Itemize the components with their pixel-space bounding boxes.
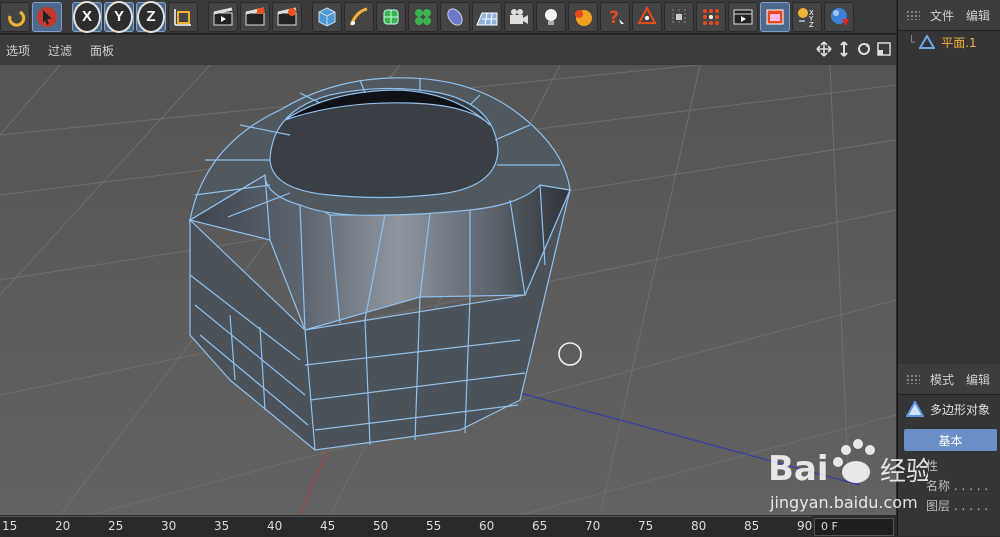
object-name: 平面.1 [941, 35, 977, 50]
y-axis-label: Y [105, 0, 133, 33]
svg-text:jingyan.baidu.com: jingyan.baidu.com [769, 493, 918, 512]
timeline-tick-label: 90 [797, 519, 813, 533]
grip-icon[interactable] [906, 10, 920, 20]
tab-edit-attr[interactable]: 编辑 [966, 371, 990, 388]
tab-edit[interactable]: 编辑 [966, 7, 990, 24]
y-axis-icon[interactable]: Y [104, 0, 134, 33]
render-view-icon[interactable] [208, 1, 238, 32]
render-picture-viewer-icon[interactable] [240, 1, 270, 32]
timeline-tick-label: 80 [691, 519, 707, 533]
select-arrow-icon[interactable] [32, 1, 62, 32]
move-view-icon[interactable] [816, 41, 832, 57]
timeline-tick-label: 75 [638, 519, 654, 533]
object-type-row: 多边形对象 [898, 395, 1000, 423]
timeline-icon[interactable] [728, 1, 758, 32]
object-tree-item[interactable]: └ 平面.1 [898, 31, 1000, 53]
timeline-tick-label: 70 [585, 519, 601, 533]
material-icon[interactable] [568, 1, 598, 32]
menu-options[interactable]: 选项 [6, 42, 30, 59]
maximize-view-icon[interactable] [876, 41, 892, 57]
camera-icon[interactable] [504, 1, 534, 32]
rotate-view-icon[interactable] [856, 41, 872, 57]
attribute-manager-header: 模式 编辑 [898, 364, 1000, 395]
deformer-icon[interactable] [440, 1, 470, 32]
window-icon[interactable] [760, 1, 790, 32]
timeline-ruler[interactable]: 15 20 25 30 35 40 45 50 55 60 65 70 75 80 85 90 [0, 516, 812, 537]
help-icon[interactable]: ? [600, 1, 630, 32]
timeline-tick-label: 55 [426, 519, 442, 533]
object-type-label: 多边形对象 [930, 402, 991, 417]
object-manager-header: 文件 编辑 [898, 0, 1000, 31]
svg-text:经验: 经验 [880, 457, 928, 487]
main-toolbar: X Y Z ? X Y Z [0, 0, 896, 34]
polygon-object-icon [906, 401, 924, 417]
timeline-tick-label: 40 [267, 519, 283, 533]
timeline-tick-label: 65 [532, 519, 548, 533]
polygon-object-icon [919, 35, 936, 49]
x-axis-icon[interactable]: X [72, 0, 102, 33]
triangle-tags-icon[interactable] [632, 1, 662, 32]
timeline-tick-label: 35 [214, 519, 230, 533]
tab-mode[interactable]: 模式 [930, 371, 954, 388]
timeline-tick-label: 60 [479, 519, 495, 533]
menu-panel[interactable]: 面板 [90, 42, 114, 59]
grip-icon[interactable] [906, 374, 920, 384]
xyz-icon[interactable]: XYZ [792, 1, 822, 32]
svg-text:Z: Z [809, 21, 814, 29]
timeline-tick-label: 25 [108, 519, 124, 533]
viewport-3d[interactable] [0, 65, 896, 515]
render-settings-icon[interactable] [272, 1, 302, 32]
menu-filter[interactable]: 过滤 [48, 42, 72, 59]
floor-icon[interactable] [472, 1, 502, 32]
pen-spline-icon[interactable] [344, 1, 374, 32]
zoom-view-icon[interactable] [836, 41, 852, 57]
tab-file[interactable]: 文件 [930, 7, 954, 24]
sphere-icon[interactable] [824, 1, 854, 32]
coordinate-system-icon[interactable] [168, 1, 198, 32]
light-icon[interactable] [536, 1, 566, 32]
svg-text:?: ? [609, 8, 619, 28]
timeline-tick-label: 85 [744, 519, 760, 533]
subdivision-icon[interactable] [376, 1, 406, 32]
timeline-tick-label: 50 [373, 519, 389, 533]
z-axis-label: Z [137, 0, 165, 33]
frame-field[interactable]: 0 F [814, 518, 894, 536]
z-axis-icon[interactable]: Z [136, 0, 166, 33]
cloner-icon[interactable] [408, 1, 438, 32]
viewport-menu-bar: 选项 过滤 面板 [0, 35, 896, 65]
timeline-tick-label: 15 [2, 519, 18, 533]
undo-icon[interactable] [0, 1, 30, 32]
timeline-tick-label: 30 [161, 519, 177, 533]
timeline-tick-label: 20 [55, 519, 71, 533]
baidu-watermark: Bai 经验 jingyan.baidu.com [768, 428, 932, 518]
baidu-logo: Bai 经验 jingyan.baidu.com [768, 439, 932, 512]
cube-icon[interactable] [312, 1, 342, 32]
snap-icon[interactable] [664, 1, 694, 32]
x-axis-label: X [73, 0, 101, 33]
timeline-tick-label: 45 [320, 519, 336, 533]
svg-text:Bai: Bai [768, 449, 829, 489]
grid-dots-icon[interactable] [696, 1, 726, 32]
